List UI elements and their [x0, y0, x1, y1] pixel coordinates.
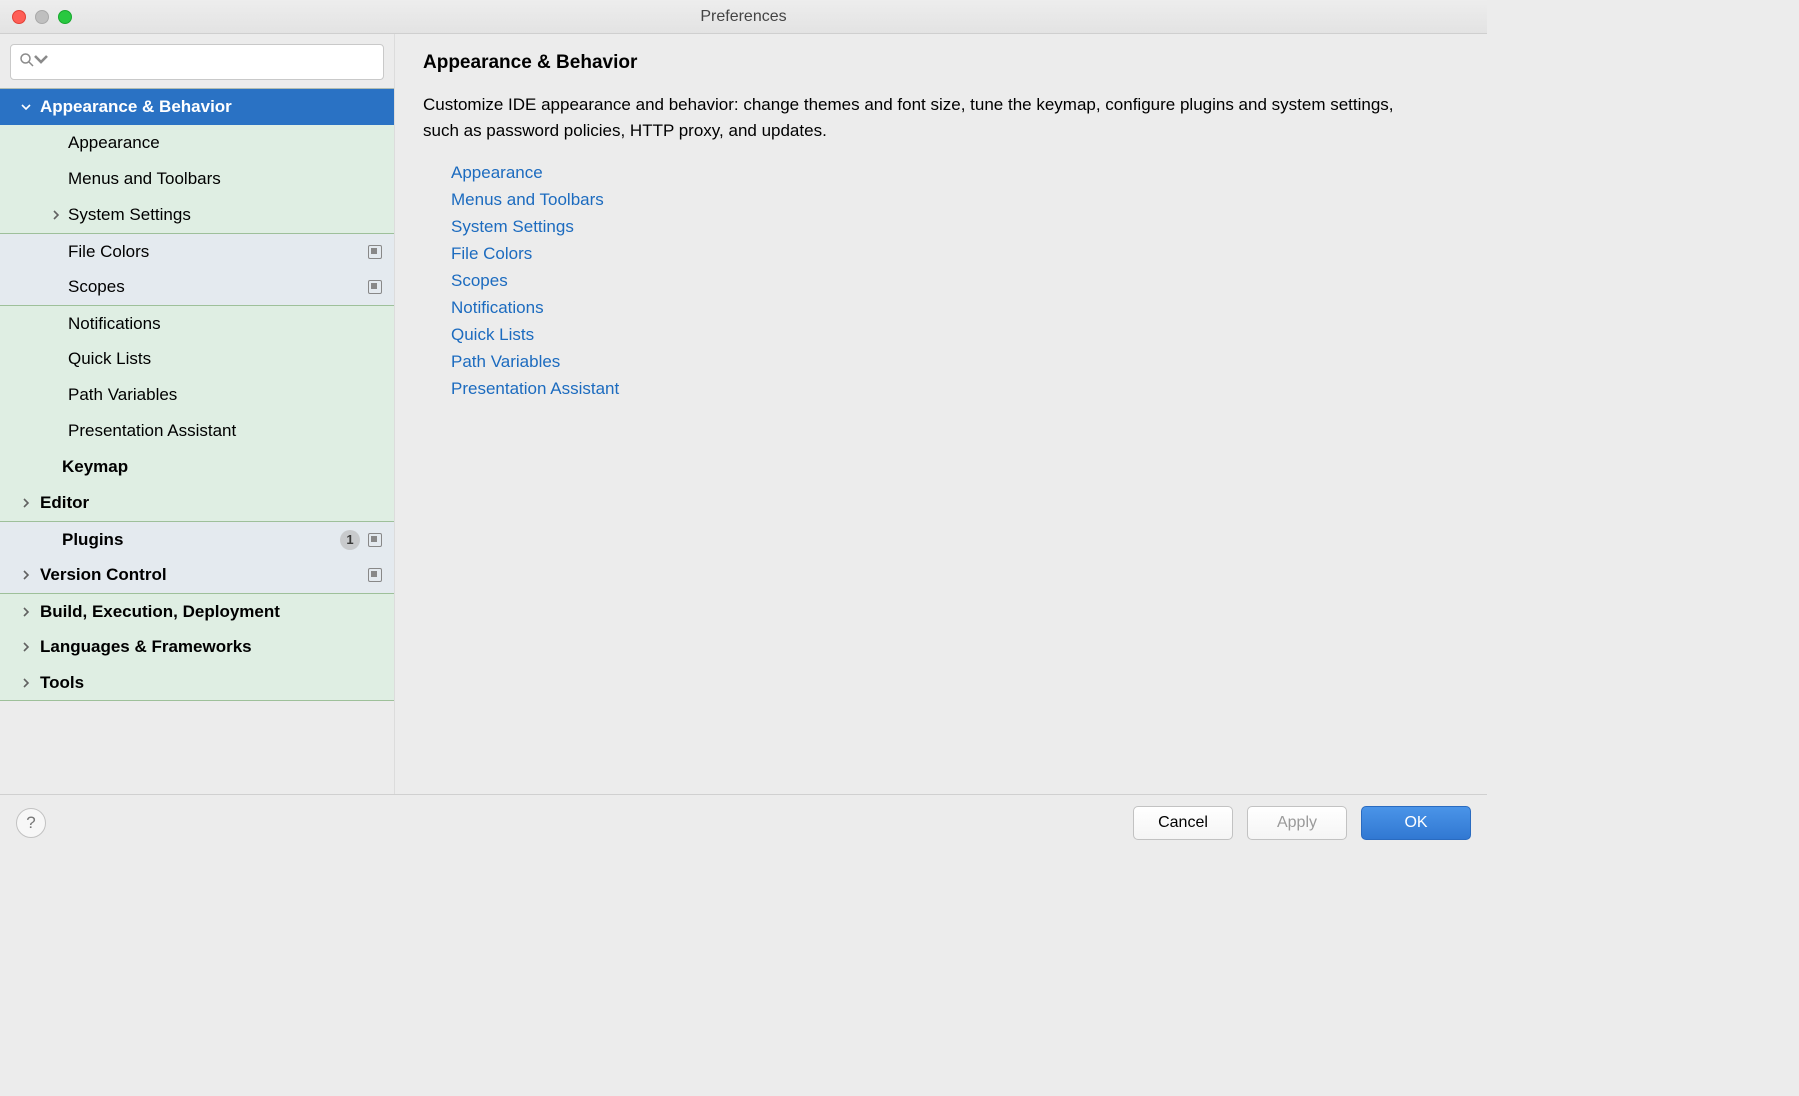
search-container — [0, 34, 394, 88]
count-badge: 1 — [340, 530, 360, 550]
window-title: Preferences — [0, 8, 1487, 26]
tree-item-label: Build, Execution, Deployment — [40, 602, 382, 622]
dropdown-caret-icon — [33, 52, 49, 73]
chevron-right-icon — [18, 567, 34, 583]
tree-item-plugins[interactable]: Plugins1 — [0, 521, 394, 557]
project-config-icon — [368, 280, 382, 294]
settings-link-menus-and-toolbars[interactable]: Menus and Toolbars — [451, 190, 1459, 210]
search-box[interactable] — [10, 44, 384, 80]
settings-links: Appearance Menus and Toolbars System Setti… — [423, 159, 1459, 399]
tree-item-editor[interactable]: Editor — [0, 485, 394, 521]
tree-item-label: Presentation Assistant — [68, 421, 382, 441]
tree-item-path-variables[interactable]: Path Variables — [0, 377, 394, 413]
chevron-right-icon — [48, 207, 64, 223]
tree-item-notifications[interactable]: Notifications — [0, 305, 394, 341]
settings-link-scopes[interactable]: Scopes — [451, 271, 1459, 291]
settings-link-file-colors[interactable]: File Colors — [451, 244, 1459, 264]
tree-item-label: Menus and Toolbars — [68, 169, 382, 189]
settings-link-notifications[interactable]: Notifications — [451, 298, 1459, 318]
settings-tree: Appearance & Behavior Appearance Menus and… — [0, 88, 394, 794]
tree-item-menus-and-toolbars[interactable]: Menus and Toolbars — [0, 161, 394, 197]
tree-item-appearance[interactable]: Appearance — [0, 125, 394, 161]
help-button[interactable]: ? — [16, 808, 46, 838]
project-config-icon — [368, 568, 382, 582]
ok-button[interactable]: OK — [1361, 806, 1471, 840]
tree-item-label: Appearance — [68, 133, 382, 153]
main-panel: Appearance & Behavior Customize IDE appe… — [395, 34, 1487, 794]
tree-item-system-settings[interactable]: System Settings — [0, 197, 394, 233]
chevron-right-icon — [18, 639, 34, 655]
settings-link-system-settings[interactable]: System Settings — [451, 217, 1459, 237]
tree-item-keymap[interactable]: Keymap — [0, 449, 394, 485]
tree-item-build-execution-deployment[interactable]: Build, Execution, Deployment — [0, 593, 394, 629]
chevron-right-icon — [18, 604, 34, 620]
tree-item-label: Version Control — [40, 565, 368, 585]
tree-item-quick-lists[interactable]: Quick Lists — [0, 341, 394, 377]
settings-link-path-variables[interactable]: Path Variables — [451, 352, 1459, 372]
tree-item-label: Quick Lists — [68, 349, 382, 369]
project-config-icon — [368, 533, 382, 547]
cancel-button[interactable]: Cancel — [1133, 806, 1233, 840]
tree-item-label: Path Variables — [68, 385, 382, 405]
sidebar: Appearance & Behavior Appearance Menus and… — [0, 34, 395, 794]
chevron-right-icon — [40, 532, 56, 548]
tree-item-version-control[interactable]: Version Control — [0, 557, 394, 593]
tree-item-label: Plugins — [62, 530, 340, 550]
tree-item-scopes[interactable]: Scopes — [0, 269, 394, 305]
tree-item-label: Tools — [40, 673, 382, 693]
settings-link-presentation-assistant[interactable]: Presentation Assistant — [451, 379, 1459, 399]
chevron-down-icon — [18, 99, 34, 115]
footer: ? Cancel Apply OK — [0, 794, 1487, 850]
tree-item-label: Notifications — [68, 314, 382, 334]
tree-item-label: Appearance & Behavior — [40, 97, 382, 117]
page-heading: Appearance & Behavior — [423, 52, 1459, 74]
page-description: Customize IDE appearance and behavior: c… — [423, 92, 1403, 143]
titlebar: Preferences — [0, 0, 1487, 34]
apply-button[interactable]: Apply — [1247, 806, 1347, 840]
tree-item-label: System Settings — [68, 205, 382, 225]
settings-link-appearance[interactable]: Appearance — [451, 163, 1459, 183]
search-input[interactable] — [53, 53, 375, 71]
tree-item-label: Languages & Frameworks — [40, 637, 382, 657]
tree-item-tools[interactable]: Tools — [0, 665, 394, 701]
tree-item-label: Keymap — [62, 457, 382, 477]
tree-item-languages-frameworks[interactable]: Languages & Frameworks — [0, 629, 394, 665]
tree-item-label: File Colors — [68, 242, 368, 262]
chevron-right-icon — [18, 675, 34, 691]
tree-item-label: Scopes — [68, 277, 368, 297]
tree-item-appearance-behavior[interactable]: Appearance & Behavior — [0, 89, 394, 125]
tree-item-presentation-assistant[interactable]: Presentation Assistant — [0, 413, 394, 449]
project-config-icon — [368, 245, 382, 259]
chevron-right-icon — [40, 459, 56, 475]
settings-link-quick-lists[interactable]: Quick Lists — [451, 325, 1459, 345]
tree-item-label: Editor — [40, 493, 382, 513]
help-icon: ? — [26, 813, 35, 833]
tree-item-file-colors[interactable]: File Colors — [0, 233, 394, 269]
chevron-right-icon — [18, 495, 34, 511]
